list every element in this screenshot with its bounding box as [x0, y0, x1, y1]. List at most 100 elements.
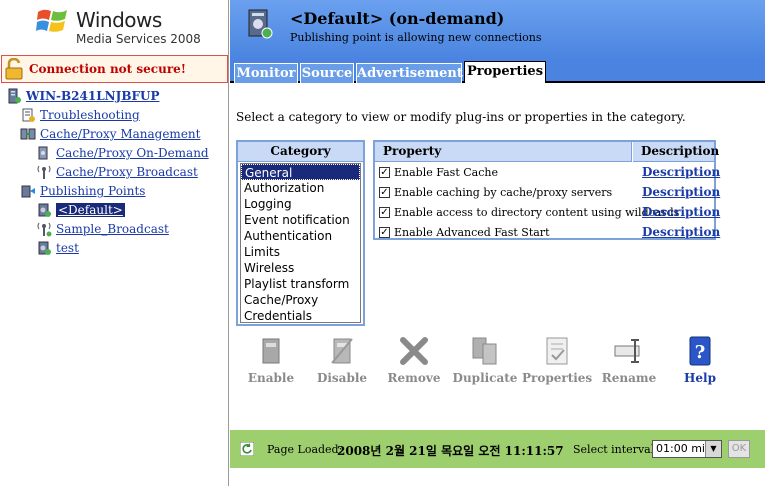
table-row: ✓ Enable Advanced Fast Start Description: [375, 223, 720, 243]
properties-table: Property Description ✓ Enable Fast Cache…: [373, 140, 720, 243]
on-demand-point-icon: [38, 203, 51, 217]
category-item-wireless[interactable]: Wireless: [241, 260, 360, 276]
tab-monitor[interactable]: Monitor: [234, 63, 298, 83]
on-demand-point-icon: [38, 241, 51, 255]
tree-label-publishing-points[interactable]: Publishing Points: [40, 184, 145, 198]
rename-icon: [614, 339, 640, 363]
properties-document-icon: [546, 337, 568, 365]
windows-media-services-logo: Windows Media Services 2008: [36, 4, 226, 50]
navigation-pane: Windows Media Services 2008 Connection n…: [0, 0, 229, 486]
disable-button[interactable]: Disable: [307, 335, 377, 385]
broadcast-icon: [37, 165, 51, 179]
property-label: Enable caching by cache/proxy servers: [394, 186, 613, 199]
category-item-credentials[interactable]: Credentials: [241, 308, 360, 322]
security-warning-text: Connection not secure!: [29, 62, 187, 76]
tab-advertisement[interactable]: Advertisement: [356, 63, 463, 83]
duplicate-button[interactable]: Duplicate: [450, 335, 520, 385]
help-button[interactable]: ? Help: [665, 335, 735, 385]
tree-item-default[interactable]: <Default>: [36, 202, 125, 218]
table-row: ✓ Enable caching by cache/proxy servers …: [375, 183, 720, 203]
svg-text:?: ?: [695, 342, 706, 363]
refresh-icon[interactable]: [240, 442, 254, 456]
tab-bar: Monitor Source Advertisement Properties: [230, 60, 765, 83]
cache-proxy-icon: [20, 128, 36, 140]
logo-product-text: Media Services 2008: [76, 32, 201, 46]
logo-windows-text: Windows: [76, 8, 162, 32]
publishing-point-icon: [248, 9, 273, 39]
tab-properties[interactable]: Properties: [464, 61, 546, 83]
property-label: Enable Fast Cache: [394, 166, 498, 179]
category-item-limits[interactable]: Limits: [241, 244, 360, 260]
tree-item-server[interactable]: WIN-B241LNJBFUP: [6, 88, 159, 104]
tree-item-cache-proxy-management[interactable]: Cache/Proxy Management: [20, 126, 200, 142]
rename-button[interactable]: Rename: [594, 335, 664, 385]
category-item-cache-proxy[interactable]: Cache/Proxy: [241, 292, 360, 308]
broadcast-point-icon: [37, 222, 52, 237]
tab-source[interactable]: Source: [300, 63, 354, 83]
column-header-description: Description: [633, 142, 719, 162]
instruction-text: Select a category to view or modify plug…: [236, 110, 686, 124]
page-title: <Default> (on-demand): [290, 9, 505, 28]
tree-label-sample-broadcast[interactable]: Sample_Broadcast: [56, 222, 169, 236]
tree-label-cache-proxy-management[interactable]: Cache/Proxy Management: [40, 127, 200, 141]
category-panel: Category General Authorization Logging E…: [236, 140, 365, 326]
tree-label-cache-proxy-broadcast[interactable]: Cache/Proxy Broadcast: [56, 165, 198, 179]
property-checkbox[interactable]: ✓: [379, 207, 390, 218]
tree-label-troubleshooting[interactable]: Troubleshooting: [40, 108, 140, 122]
enable-button[interactable]: Enable: [236, 335, 306, 385]
tree-item-cache-proxy-broadcast[interactable]: Cache/Proxy Broadcast: [36, 164, 198, 180]
tree-label-test[interactable]: test: [56, 241, 79, 255]
tree-label-cache-proxy-on-demand[interactable]: Cache/Proxy On-Demand: [56, 146, 209, 160]
enable-icon: [262, 338, 280, 364]
header-banner: <Default> (on-demand) Publishing point i…: [230, 0, 765, 60]
page-loaded-label: Page Loaded:: [267, 443, 343, 456]
unlocked-padlock-icon: [5, 58, 23, 80]
description-link[interactable]: Description: [642, 205, 720, 219]
properties-label: Properties: [522, 371, 593, 385]
property-label: Enable access to directory content using…: [394, 206, 680, 219]
remove-button[interactable]: Remove: [379, 335, 449, 385]
properties-button[interactable]: Properties: [522, 335, 592, 385]
help-book-icon: ?: [689, 336, 711, 366]
security-warning-bar[interactable]: Connection not secure!: [1, 55, 228, 83]
duplicate-label: Duplicate: [452, 371, 518, 385]
category-item-logging[interactable]: Logging: [241, 196, 360, 212]
main-pane: <Default> (on-demand) Publishing point i…: [230, 0, 765, 486]
property-checkbox[interactable]: ✓: [379, 167, 390, 178]
tree-item-test[interactable]: test: [36, 240, 79, 256]
page-loaded-timestamp: 2008년 2월 21일 목요일 오전 11:11:57: [337, 444, 564, 458]
tree-label-default[interactable]: <Default>: [56, 203, 125, 217]
on-demand-icon: [38, 146, 48, 160]
tree-label-server[interactable]: WIN-B241LNJBFUP: [26, 89, 159, 103]
category-item-playlist-transform[interactable]: Playlist transform: [241, 276, 360, 292]
tree-item-publishing-points[interactable]: Publishing Points: [20, 183, 145, 199]
column-header-property: Property: [375, 142, 632, 162]
remove-label: Remove: [387, 371, 441, 385]
description-link[interactable]: Description: [642, 185, 720, 199]
tree-item-sample-broadcast[interactable]: Sample_Broadcast: [36, 221, 169, 237]
action-toolbar: Enable Disable Remove Duplicate Properti…: [230, 335, 765, 390]
category-list[interactable]: General Authorization Logging Event noti…: [240, 163, 361, 323]
chevron-down-icon[interactable]: ▼: [705, 441, 721, 457]
tree-item-troubleshooting[interactable]: Troubleshooting: [20, 107, 140, 123]
tree-item-cache-proxy-on-demand[interactable]: Cache/Proxy On-Demand: [36, 145, 209, 161]
publishing-points-icon: [21, 185, 35, 198]
ok-button[interactable]: OK: [728, 440, 750, 458]
rename-label: Rename: [601, 371, 657, 385]
property-label: Enable Advanced Fast Start: [394, 226, 550, 239]
description-link[interactable]: Description: [642, 225, 720, 239]
help-label: Help: [684, 371, 716, 385]
windows-flag-icon: [36, 9, 67, 32]
category-item-authorization[interactable]: Authorization: [241, 180, 360, 196]
description-link[interactable]: Description: [642, 165, 720, 179]
status-footer: Page Loaded: 2008년 2월 21일 목요일 오전 11:11:5…: [230, 430, 765, 468]
troubleshooting-icon: [22, 108, 35, 122]
select-interval-label: Select interval:: [573, 443, 658, 456]
category-item-event-notification[interactable]: Event notification: [241, 212, 360, 228]
interval-select[interactable]: 01:00 min ▼: [652, 440, 722, 458]
property-checkbox[interactable]: ✓: [379, 227, 390, 238]
category-item-general[interactable]: General: [241, 164, 360, 180]
page-subtitle: Publishing point is allowing new connect…: [290, 31, 542, 44]
property-checkbox[interactable]: ✓: [379, 187, 390, 198]
category-item-authentication[interactable]: Authentication: [241, 228, 360, 244]
